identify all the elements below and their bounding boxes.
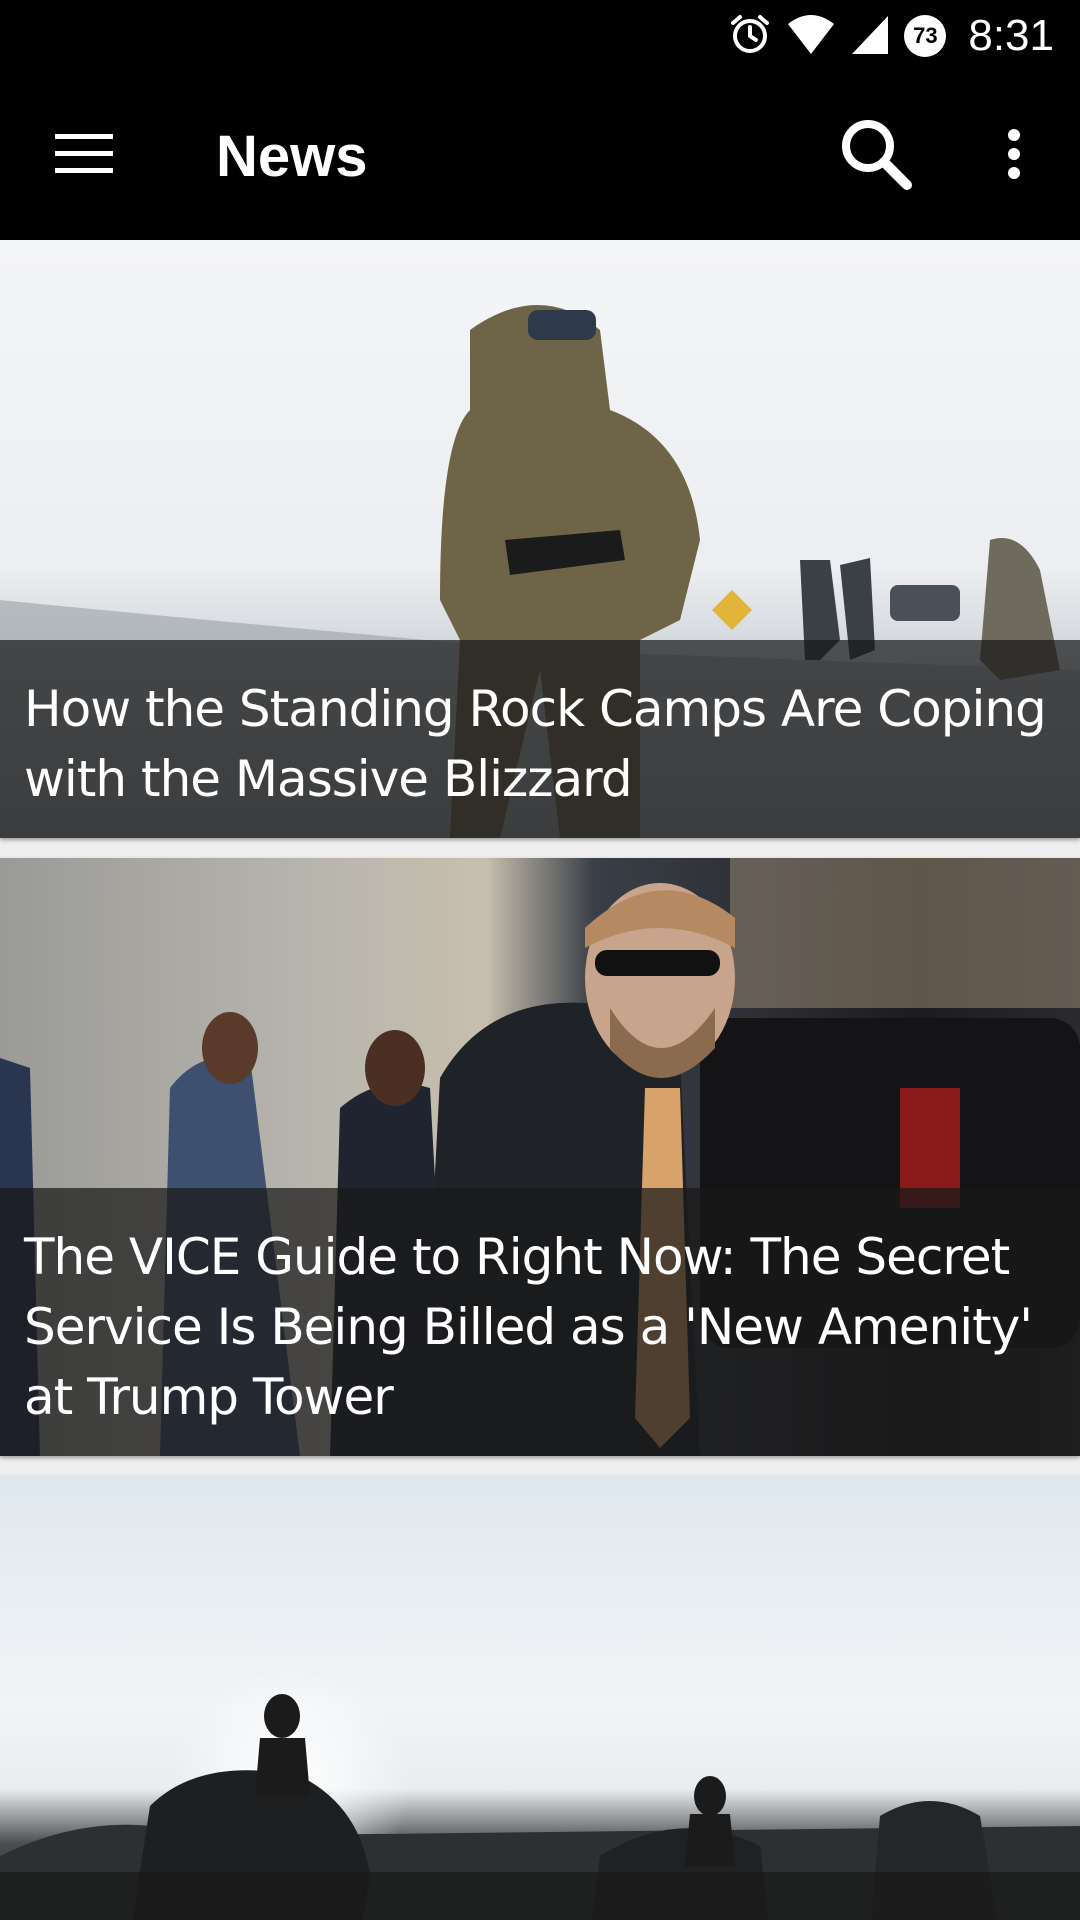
- app-bar: News: [0, 72, 1080, 240]
- cell-signal-icon: [850, 12, 890, 61]
- battery-icon: 73: [904, 15, 947, 57]
- news-card[interactable]: [0, 1476, 1080, 1920]
- search-button[interactable]: [832, 112, 920, 200]
- news-card[interactable]: How the Standing Rock Camps Are Coping w…: [0, 240, 1080, 838]
- article-image: [0, 1476, 1080, 1920]
- news-feed[interactable]: How the Standing Rock Camps Are Coping w…: [0, 240, 1080, 1920]
- wifi-icon: [786, 12, 836, 61]
- status-icons: 73 8:31: [728, 8, 1054, 64]
- status-bar: 73 8:31: [0, 0, 1080, 72]
- menu-icon: [55, 133, 113, 179]
- article-title: The VICE Guide to Right Now: The Secret …: [0, 1188, 1080, 1456]
- page-title: News: [216, 124, 368, 189]
- menu-button[interactable]: [44, 124, 124, 188]
- overflow-menu-button[interactable]: [980, 112, 1048, 200]
- article-title: How the Standing Rock Camps Are Coping w…: [0, 640, 1080, 838]
- news-card[interactable]: The VICE Guide to Right Now: The Secret …: [0, 858, 1080, 1456]
- search-icon: [839, 117, 913, 196]
- article-title: [0, 1872, 1080, 1920]
- more-vert-icon: [1006, 128, 1022, 184]
- alarm-icon: [728, 12, 772, 61]
- status-time: 8:31: [968, 11, 1054, 60]
